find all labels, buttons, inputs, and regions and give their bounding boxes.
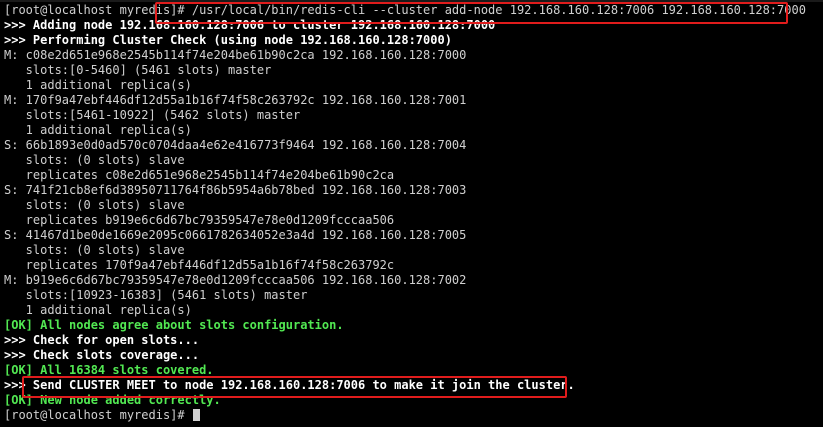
terminal-output-line: replicates b919e6c6d67bc79359547e78e0d12… xyxy=(4,213,806,228)
terminal-output-line: >>> Check for open slots... xyxy=(4,333,806,348)
terminal-line-text: S: 66b1893e0d0ad570c0704daa4e62e416773f9… xyxy=(4,138,467,152)
terminal-line-text: slots: (0 slots) slave xyxy=(4,198,185,212)
terminal-line-text: M: b919e6c6d67bc79359547e78e0d1209fcccaa… xyxy=(4,273,467,287)
terminal-line-text: >>> Adding node 192.168.160.128:7006 to … xyxy=(4,18,496,32)
terminal-output-line: replicates 170f9a47ebf446df12d55a1b16f74… xyxy=(4,258,806,273)
terminal-output-line: M: 170f9a47ebf446df12d55a1b16f74f58c2637… xyxy=(4,93,806,108)
terminal-output-line: slots: (0 slots) slave xyxy=(4,153,806,168)
terminal-line-text: [root@localhost myredis]# /usr/local/bin… xyxy=(4,3,806,17)
terminal-output-line: M: b919e6c6d67bc79359547e78e0d1209fcccaa… xyxy=(4,273,806,288)
terminal-output-line: slots: (0 slots) slave xyxy=(4,198,806,213)
terminal-output-line: [OK] All nodes agree about slots configu… xyxy=(4,318,806,333)
terminal-line-text: >>> Check for open slots... xyxy=(4,333,200,347)
terminal-output-line: >>> Performing Cluster Check (using node… xyxy=(4,33,806,48)
terminal-output-line: replicates c08e2d651e968e2545b114f74e204… xyxy=(4,168,806,183)
terminal-line-text: slots:[10923-16383] (5461 slots) master xyxy=(4,288,308,302)
terminal-output-line: >>> Check slots coverage... xyxy=(4,348,806,363)
terminal-output: [root@localhost myredis]# /usr/local/bin… xyxy=(4,3,806,423)
terminal-line-text: [OK] New node added correctly. xyxy=(4,393,221,407)
terminal-output-line: slots:[10923-16383] (5461 slots) master xyxy=(4,288,806,303)
terminal-output-line: 1 additional replica(s) xyxy=(4,78,806,93)
terminal-prompt-line: [root@localhost myredis]# xyxy=(4,408,806,423)
terminal-top-edge xyxy=(0,0,823,2)
terminal-output-line: [OK] New node added correctly. xyxy=(4,393,806,408)
terminal-line-text: 1 additional replica(s) xyxy=(4,78,192,92)
terminal-output-line: slots:[5461-10922] (5462 slots) master xyxy=(4,108,806,123)
terminal-cursor xyxy=(192,409,200,421)
terminal-window[interactable]: [root@localhost myredis]# /usr/local/bin… xyxy=(0,0,823,427)
terminal-output-line: S: 66b1893e0d0ad570c0704daa4e62e416773f9… xyxy=(4,138,806,153)
terminal-line-text: S: 741f21cb8ef6d38950711764f86b5954a6b78… xyxy=(4,183,467,197)
terminal-line-text: slots:[0-5460] (5461 slots) master xyxy=(4,63,272,77)
terminal-line-text: >>> Performing Cluster Check (using node… xyxy=(4,33,452,47)
terminal-line-text: M: 170f9a47ebf446df12d55a1b16f74f58c2637… xyxy=(4,93,467,107)
terminal-line-text: replicates 170f9a47ebf446df12d55a1b16f74… xyxy=(4,258,395,272)
terminal-line-text: M: c08e2d651e968e2545b114f74e204be61b90c… xyxy=(4,48,467,62)
terminal-line-text: replicates b919e6c6d67bc79359547e78e0d12… xyxy=(4,213,395,227)
terminal-line-text: [OK] All 16384 slots covered. xyxy=(4,363,214,377)
terminal-output-line: 1 additional replica(s) xyxy=(4,303,806,318)
terminal-output-line: M: c08e2d651e968e2545b114f74e204be61b90c… xyxy=(4,48,806,63)
terminal-output-line: [OK] All 16384 slots covered. xyxy=(4,363,806,378)
terminal-line-text: [root@localhost myredis]# xyxy=(4,408,192,422)
terminal-line-text: >>> Send CLUSTER MEET to node 192.168.16… xyxy=(4,378,575,392)
terminal-output-line: S: 41467d1be0de1669e2095c0661782634052e3… xyxy=(4,228,806,243)
terminal-output-line: 1 additional replica(s) xyxy=(4,123,806,138)
terminal-line-text: 1 additional replica(s) xyxy=(4,303,192,317)
terminal-line-text: 1 additional replica(s) xyxy=(4,123,192,137)
terminal-output-line: >>> Adding node 192.168.160.128:7006 to … xyxy=(4,18,806,33)
terminal-line-text: slots: (0 slots) slave xyxy=(4,153,185,167)
terminal-output-line: slots: (0 slots) slave xyxy=(4,243,806,258)
terminal-output-line: S: 741f21cb8ef6d38950711764f86b5954a6b78… xyxy=(4,183,806,198)
terminal-line-text: slots: (0 slots) slave xyxy=(4,243,185,257)
terminal-prompt-line: [root@localhost myredis]# /usr/local/bin… xyxy=(4,3,806,18)
terminal-line-text: S: 41467d1be0de1669e2095c0661782634052e3… xyxy=(4,228,467,242)
terminal-line-text: [OK] All nodes agree about slots configu… xyxy=(4,318,344,332)
terminal-line-text: slots:[5461-10922] (5462 slots) master xyxy=(4,108,301,122)
terminal-output-line: slots:[0-5460] (5461 slots) master xyxy=(4,63,806,78)
terminal-output-line: >>> Send CLUSTER MEET to node 192.168.16… xyxy=(4,378,806,393)
terminal-line-text: replicates c08e2d651e968e2545b114f74e204… xyxy=(4,168,395,182)
terminal-line-text: >>> Check slots coverage... xyxy=(4,348,200,362)
